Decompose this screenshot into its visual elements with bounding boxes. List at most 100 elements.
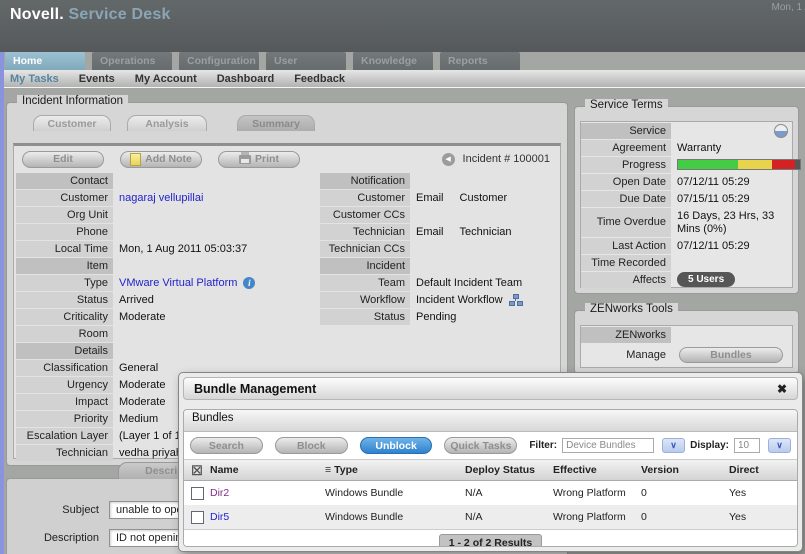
field-label: Local Time (16, 241, 113, 257)
subnav-feedback[interactable]: Feedback (294, 73, 345, 85)
clock-icon[interactable] (774, 124, 788, 138)
field-label: Technician (16, 445, 113, 461)
progress-red (772, 160, 795, 169)
print-button[interactable]: Print (218, 151, 300, 168)
field-label: Urgency (16, 377, 113, 393)
bundle-link[interactable]: Dir5 (210, 511, 325, 523)
nav-tab-knowledge[interactable]: Knowledge (353, 52, 433, 70)
field-label: Progress (581, 157, 671, 173)
header-datetime: Mon, 1 A (772, 2, 805, 13)
field-label: Customer (320, 190, 410, 206)
workflow-icon[interactable] (509, 294, 523, 306)
field-label: Time Overdue (581, 208, 671, 237)
section-contact: Contact (16, 173, 113, 189)
zenworks-tools-title: ZENworks Tools (585, 303, 678, 315)
nav-tab-reports[interactable]: Reports (440, 52, 520, 70)
item-type-link[interactable]: VMware Virtual Platform (119, 277, 237, 289)
subject-label: Subject (7, 504, 109, 516)
progress-bar (677, 159, 801, 170)
section-notification: Notification (320, 173, 410, 189)
field-label: Priority (16, 411, 113, 427)
incident-reference: ◀ Incident # 100001 (442, 153, 554, 166)
chevron-down-icon[interactable]: ∨ (768, 438, 791, 453)
primary-nav: Home Operations Configuration User Knowl… (5, 52, 520, 70)
field-label: Workflow (320, 292, 410, 308)
col-version[interactable]: Version (641, 464, 729, 476)
display-label: Display: (690, 440, 729, 451)
incident-tabs: Customer Analysis Summary (33, 115, 315, 131)
col-deploy-status[interactable]: Deploy Status (465, 464, 553, 476)
bundles-button[interactable]: Bundles (679, 347, 783, 363)
nav-tab-configuration[interactable]: Configuration (179, 52, 259, 70)
select-all-icon[interactable]: ☒ (191, 465, 203, 476)
app-window: Novell. Service Desk Mon, 1 A Home Opera… (0, 0, 805, 554)
section-incident: Incident (320, 258, 410, 274)
service-terms-panel: Service Terms Service AgreementWarranty … (574, 106, 799, 294)
chevron-down-icon[interactable]: ∨ (662, 438, 685, 453)
tab-summary[interactable]: Summary (237, 115, 315, 131)
brand-novell: Novell. (10, 6, 64, 23)
app-header: Novell. Service Desk Mon, 1 A (0, 0, 805, 52)
brand-logo: Novell. Service Desk (10, 6, 171, 24)
block-button[interactable]: Block (275, 437, 348, 454)
edit-button[interactable]: Edit (22, 151, 104, 168)
subnav-my-account[interactable]: My Account (135, 73, 197, 85)
field-label: Type (16, 275, 113, 291)
bundles-section-title: Bundles (184, 410, 797, 432)
filter-controls: Filter: Device Bundles ∨ Display: 10 ∨ (529, 438, 791, 453)
search-button[interactable]: Search (190, 437, 263, 454)
col-direct[interactable]: Direct (729, 464, 795, 476)
dialog-title: Bundle Management (194, 382, 316, 396)
bundle-link[interactable]: Dir2 (210, 487, 325, 499)
progress-green (678, 160, 738, 169)
col-type[interactable]: ≡Type (325, 464, 465, 476)
customer-link[interactable]: nagaraj vellupillai (113, 192, 203, 204)
field-label: Room (16, 326, 113, 342)
table-row: Dir5 Windows Bundle N/A Wrong Platform 0… (184, 505, 797, 529)
tab-customer[interactable]: Customer (33, 115, 111, 131)
field-label: Customer (16, 190, 113, 206)
field-label: Escalation Layer (16, 428, 113, 444)
filter-select[interactable]: Device Bundles (562, 438, 654, 453)
bundles-section: Bundles Search Block Unblock Quick Tasks… (183, 409, 798, 547)
quick-tasks-button[interactable]: Quick Tasks (444, 437, 517, 454)
row-checkbox[interactable] (191, 511, 204, 524)
field-label: Classification (16, 360, 113, 376)
display-select[interactable]: 10 (734, 438, 760, 453)
subnav-my-tasks[interactable]: My Tasks (10, 73, 59, 85)
subnav-events[interactable]: Events (79, 73, 115, 85)
add-note-button[interactable]: Add Note (120, 151, 202, 168)
nav-tab-user[interactable]: User (266, 52, 346, 70)
tab-analysis[interactable]: Analysis (127, 115, 207, 131)
field-label: Status (320, 309, 410, 325)
subnav-dashboard[interactable]: Dashboard (217, 73, 274, 85)
nav-tab-home[interactable]: Home (5, 52, 85, 70)
bundles-toolbar: Search Block Unblock Quick Tasks Filter:… (184, 432, 797, 459)
field-label: Time Recorded (581, 255, 671, 271)
col-name[interactable]: Name (210, 464, 325, 476)
nav-tab-operations[interactable]: Operations (92, 52, 172, 70)
col-effective[interactable]: Effective (553, 464, 641, 476)
field-label: Technician CCs (320, 241, 410, 257)
unblock-button[interactable]: Unblock (360, 437, 433, 454)
row-checkbox[interactable] (191, 487, 204, 500)
results-count[interactable]: 1 - 2 of 2 Results (439, 534, 542, 548)
field-label: Due Date (581, 191, 671, 207)
field-label: Technician (320, 224, 410, 240)
printer-icon (239, 155, 251, 164)
back-icon[interactable]: ◀ (442, 153, 455, 166)
page-left-edge (0, 52, 4, 554)
affects-users-badge[interactable]: 5 Users (677, 272, 735, 287)
section-item: Item (16, 258, 113, 274)
field-label: Phone (16, 224, 113, 240)
field-label: Impact (16, 394, 113, 410)
secondary-nav: My Tasks Events My Account Dashboard Fee… (0, 70, 805, 88)
close-icon[interactable]: ✖ (777, 382, 787, 396)
filter-label: Filter: (529, 440, 557, 451)
incident-toolbar: Edit Add Note Print ◀ Incident # 100001 (22, 150, 554, 168)
field-label: Affects (581, 272, 671, 288)
section-details: Details (16, 343, 113, 359)
results-footer: 1 - 2 of 2 Results (184, 529, 797, 547)
info-icon[interactable]: i (243, 277, 255, 289)
menu-icon: ≡ (325, 464, 331, 476)
